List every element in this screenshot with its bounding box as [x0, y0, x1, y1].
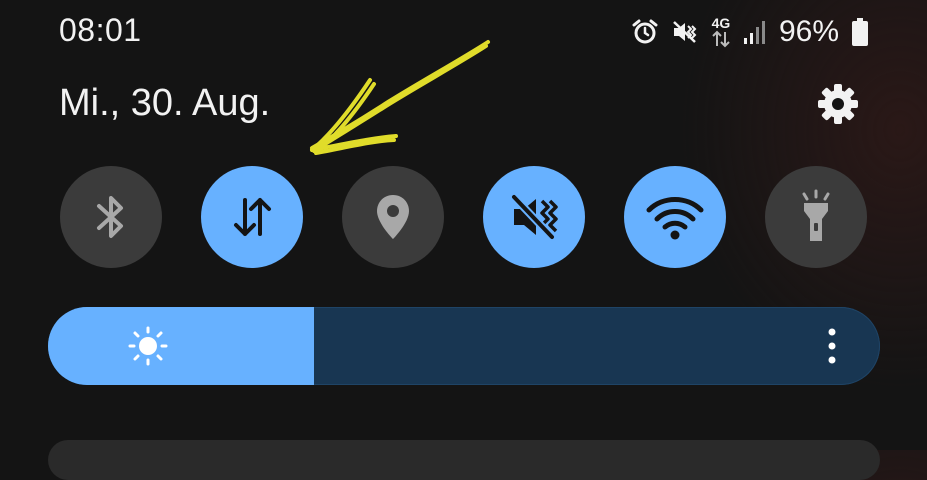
tile-bluetooth[interactable]	[60, 166, 162, 268]
sun-icon	[128, 326, 168, 366]
wifi-icon	[646, 197, 704, 240]
more-options-icon[interactable]	[826, 326, 838, 366]
tile-vibrate-mute[interactable]	[483, 166, 585, 268]
battery-percent: 96%	[778, 15, 839, 48]
tile-wifi[interactable]	[624, 166, 726, 268]
settings-button[interactable]	[812, 78, 864, 130]
tile-mobile-data[interactable]	[201, 166, 303, 268]
flashlight-icon	[802, 189, 830, 241]
date-label: Mi., 30. Aug.	[59, 82, 271, 124]
brightness-slider[interactable]	[48, 307, 880, 385]
brightness-fill[interactable]	[48, 307, 315, 385]
status-time: 08:01	[59, 12, 142, 48]
media-card	[48, 440, 880, 480]
annotation-arrow	[310, 40, 490, 155]
tile-flashlight[interactable]	[765, 166, 867, 268]
network-label: 4G	[711, 15, 731, 31]
vibrate-mute-icon	[510, 193, 558, 241]
status-icons: 4G 96%	[631, 10, 869, 54]
location-pin-icon	[377, 195, 409, 239]
network-4g-icon: 4G	[711, 10, 731, 54]
quick-settings-tiles	[60, 166, 870, 268]
gear-icon	[818, 84, 858, 124]
alarm-icon	[631, 10, 659, 54]
mute-icon	[671, 10, 699, 54]
tile-location[interactable]	[342, 166, 444, 268]
signal-icon	[743, 10, 767, 54]
bluetooth-icon	[97, 196, 123, 238]
battery-icon	[851, 10, 869, 54]
mobile-data-arrows-icon	[234, 198, 271, 236]
